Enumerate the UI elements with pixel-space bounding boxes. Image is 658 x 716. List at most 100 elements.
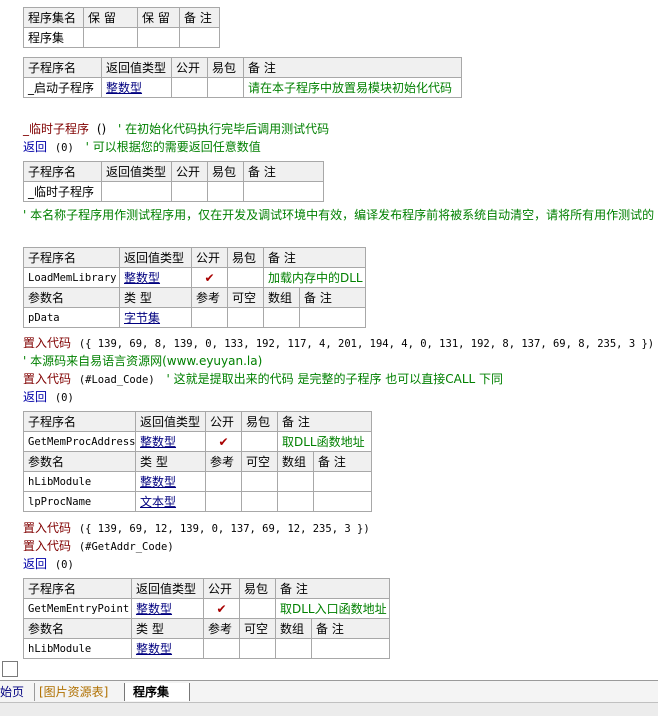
header-cell: 易包: [207, 57, 244, 78]
header-cell: 返回值类型: [135, 411, 206, 432]
return-type-cell[interactable]: 整数型: [135, 431, 206, 452]
param-name-cell[interactable]: lpProcName: [23, 491, 136, 512]
header-cell: 易包: [207, 161, 244, 182]
header-cell: 参考: [205, 451, 242, 472]
epkg-cell[interactable]: [241, 431, 278, 452]
sub-name-cell[interactable]: LoadMemLibrary: [23, 267, 120, 288]
cell[interactable]: [263, 307, 300, 328]
cell[interactable]: [241, 491, 278, 512]
call-args: (#GetAddr_Code): [78, 541, 174, 553]
param-type-cell[interactable]: 文本型: [135, 491, 206, 512]
cell[interactable]: [310, 638, 391, 659]
header-cell: 数组: [275, 618, 312, 639]
code-line[interactable]: 置入代码 ({ 139, 69, 12, 139, 0, 137, 69, 12…: [23, 519, 370, 536]
keyword: 返回: [23, 557, 48, 571]
cell[interactable]: [239, 638, 276, 659]
public-cell[interactable]: [171, 77, 208, 98]
header-cell: 参数名: [23, 451, 136, 472]
sub-name-cell[interactable]: _临时子程序: [23, 181, 102, 202]
header-cell: 子程序名: [23, 578, 132, 599]
cell[interactable]: [83, 27, 138, 48]
epkg-cell[interactable]: [227, 267, 264, 288]
code-line[interactable]: 置入代码 (#Load_Code) ' 这就是提取出来的代码 是完整的子程序 也…: [23, 370, 503, 387]
param-name-cell[interactable]: pData: [23, 307, 120, 328]
remark-cell[interactable]: 取DLL函数地址: [276, 431, 373, 452]
cell[interactable]: [312, 471, 373, 492]
header-cell: 参数名: [23, 287, 120, 308]
getmementrypoint-table: 子程序名 返回值类型 公开 易包 备 注 GetMemEntryPoint 整数…: [23, 578, 391, 659]
cell[interactable]: [312, 491, 373, 512]
remark-cell[interactable]: 取DLL入口函数地址: [274, 598, 391, 619]
keyword: 置入代码: [23, 521, 72, 535]
tab-start-page[interactable]: 始页: [0, 683, 30, 701]
cell[interactable]: [275, 638, 312, 659]
temp-sub-table: 子程序名 返回值类型 公开 易包 备 注 _临时子程序: [23, 161, 324, 202]
param-name-cell[interactable]: hLibModule: [23, 471, 136, 492]
check-icon[interactable]: ✔: [205, 431, 242, 452]
remark-cell[interactable]: 请在本子程序中放置易模块初始化代码: [243, 77, 462, 98]
sub-name-cell[interactable]: GetMemProcAddress: [23, 431, 136, 452]
header-cell: 备 注: [310, 618, 391, 639]
code-line[interactable]: _临时子程序 () ' 在初始化代码执行完毕后调用测试代码: [23, 120, 329, 137]
keyword: 置入代码: [23, 539, 72, 553]
return-type-cell[interactable]: 整数型: [101, 77, 172, 98]
code-line[interactable]: 置入代码 ({ 139, 69, 8, 139, 0, 133, 192, 11…: [23, 334, 654, 351]
header-cell: 返回值类型: [131, 578, 204, 599]
remark-cell[interactable]: [243, 181, 324, 202]
header-cell: 程序集名: [23, 7, 84, 28]
keyword: 返回: [23, 140, 48, 154]
cell[interactable]: [137, 27, 180, 48]
epkg-cell[interactable]: [207, 181, 244, 202]
cell[interactable]: [227, 307, 264, 328]
call-args: ({ 139, 69, 8, 139, 0, 133, 192, 117, 4,…: [78, 338, 655, 350]
header-cell: 子程序名: [23, 411, 136, 432]
cell[interactable]: [203, 638, 240, 659]
temp-sub-note[interactable]: ' 本名称子程序用作测试程序用，仅在开发及调试环境中有效，编译发布程序前将被系统…: [23, 206, 658, 223]
check-icon[interactable]: ✔: [191, 267, 228, 288]
param-type-cell[interactable]: 整数型: [135, 471, 206, 492]
code-line[interactable]: 返回 (0): [23, 555, 74, 572]
header-cell: 数组: [263, 287, 300, 308]
param-name-cell[interactable]: hLibModule: [23, 638, 132, 659]
tab-image-resources[interactable]: [图片资源表]: [34, 683, 125, 701]
code-line[interactable]: 返回 (0): [23, 388, 74, 405]
cell[interactable]: [277, 491, 314, 512]
public-cell[interactable]: [171, 181, 208, 202]
code-line[interactable]: 置入代码 (#GetAddr_Code): [23, 537, 174, 554]
getmemprocaddress-table: 子程序名 返回值类型 公开 易包 备 注 GetMemProcAddress 整…: [23, 411, 373, 512]
cell[interactable]: [179, 27, 220, 48]
header-cell: 可空: [241, 451, 278, 472]
check-icon[interactable]: ✔: [203, 598, 240, 619]
header-cell: 公开: [191, 247, 228, 268]
header-cell: 易包: [239, 578, 276, 599]
scroll-box[interactable]: [2, 661, 18, 677]
cell[interactable]: [277, 471, 314, 492]
return-type-cell[interactable]: 整数型: [119, 267, 192, 288]
header-cell: 备 注: [243, 161, 324, 182]
header-cell: 易包: [241, 411, 278, 432]
comment-line[interactable]: ' 本源码来自易语言资源网(www.eyuyan.la): [23, 352, 262, 369]
call-args: (0): [54, 142, 74, 154]
epkg-cell[interactable]: [239, 598, 276, 619]
param-type-cell[interactable]: 整数型: [131, 638, 204, 659]
return-type-cell[interactable]: [101, 181, 172, 202]
code-line[interactable]: 返回 (0) ' 可以根据您的需要返回任意数值: [23, 138, 261, 155]
sub-name-cell[interactable]: GetMemEntryPoint: [23, 598, 132, 619]
param-type-cell[interactable]: 字节集: [119, 307, 192, 328]
header-cell: 子程序名: [23, 161, 102, 182]
cell[interactable]: [205, 491, 242, 512]
remark-cell[interactable]: 加载内存中的DLL: [262, 267, 367, 288]
header-cell: 保 留: [137, 7, 180, 28]
cell[interactable]: [241, 471, 278, 492]
header-cell: 备 注: [276, 411, 373, 432]
comment: ' 在初始化代码执行完毕后调用测试代码: [118, 122, 330, 136]
return-type-cell[interactable]: 整数型: [131, 598, 204, 619]
sub-name-cell[interactable]: _启动子程序: [23, 77, 102, 98]
cell[interactable]: [298, 307, 367, 328]
cell[interactable]: [191, 307, 228, 328]
tab-assembly[interactable]: 程序集: [124, 683, 190, 701]
horizontal-scrollbar[interactable]: [0, 702, 658, 716]
cell[interactable]: [205, 471, 242, 492]
assembly-name-cell[interactable]: 程序集: [23, 27, 84, 48]
epkg-cell[interactable]: [207, 77, 244, 98]
